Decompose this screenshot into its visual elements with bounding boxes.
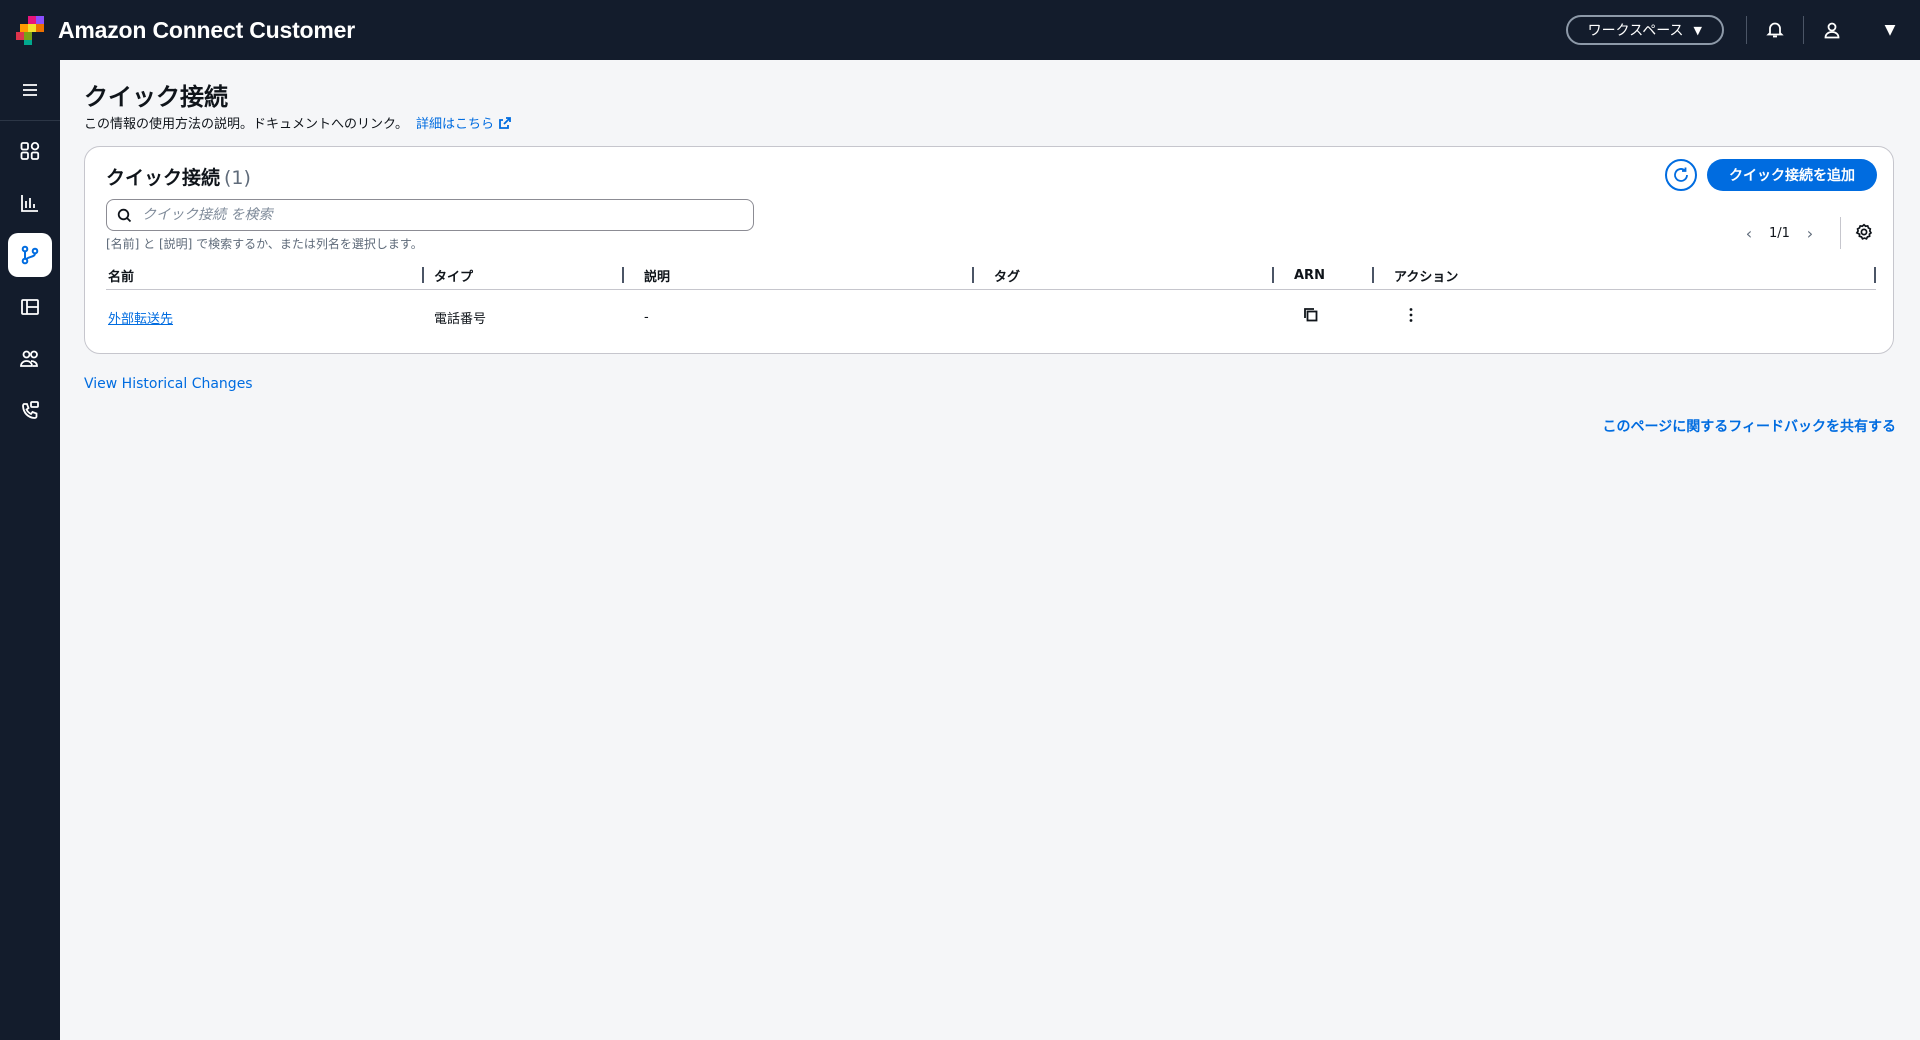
search-container [106,199,754,231]
table-settings-button[interactable] [1855,223,1875,243]
user-icon [1824,22,1840,39]
more-vertical-icon [1409,308,1413,322]
table-row: 外部転送先 電話番号 - [106,290,1876,344]
gear-icon [1855,223,1873,240]
column-header-label: 説明 [644,269,671,285]
sidebar-item-users[interactable] [8,337,52,381]
external-link-icon [499,116,511,129]
refresh-icon [1674,167,1688,182]
cell-name: 外部転送先 [106,308,424,327]
cell-type: 電話番号 [434,311,487,327]
sidebar-item-routing[interactable] [8,233,52,277]
column-header-tags[interactable]: タグ [974,261,1274,289]
users-group-icon [20,350,38,367]
column-header-label: アクション [1394,269,1459,285]
page-description: この情報の使用方法の説明。ドキュメントへのリンク。 詳細はこちら [84,113,1896,132]
sidebar [0,60,60,1040]
user-profile-button[interactable] [1804,0,1860,60]
chevron-left-icon[interactable]: ‹ [1737,224,1761,243]
column-header-label: タグ [994,269,1021,285]
refresh-button[interactable] [1665,159,1697,191]
hamburger-icon [23,84,37,96]
learn-more-label: 詳細はこちら [415,117,494,132]
cell-description: - [644,309,649,325]
search-hint: [名前] と [説明] で検索するか、または列名を選択します。 [106,237,423,251]
page-title: クイック接続 [84,83,228,111]
view-historical-changes-link[interactable]: View Historical Changes [84,376,253,392]
user-menu-caret-button[interactable]: ▼ [1860,0,1920,60]
caret-down-icon: ▼ [1884,22,1896,38]
cell-arn [1274,306,1374,328]
layout-panel-icon [21,299,39,315]
phone-channels-icon [22,401,39,419]
panel-count: (1) [224,167,251,189]
sidebar-menu-toggle[interactable] [0,60,60,121]
panel-title-text: クイック接続 [106,167,221,189]
row-actions-button[interactable] [1402,306,1420,324]
table-header: 名前 タイプ 説明 タグ ARN アクション [106,261,1876,290]
pagination: ‹ 1/1 › [1737,219,1822,247]
column-header-label: 名前 [108,269,135,285]
column-resizer[interactable] [1874,267,1876,283]
copy-icon [1304,308,1318,322]
column-header-description[interactable]: 説明 [624,261,974,289]
cell-actions [1374,306,1876,328]
search-input[interactable] [140,206,724,224]
divider [1840,217,1841,249]
quick-connects-table: 名前 タイプ 説明 タグ ARN アクション 外部転送先 電話番号 - [106,261,1876,344]
routing-flow-icon [21,245,39,265]
page-number: 1/1 [1769,225,1790,241]
sidebar-item-layout[interactable] [8,285,52,329]
quick-connect-name-link[interactable]: 外部転送先 [108,312,173,327]
column-header-arn[interactable]: ARN [1274,261,1374,289]
brand[interactable]: Amazon Connect Customer [14,14,355,46]
column-header-label: ARN [1294,267,1325,283]
column-header-actions[interactable]: アクション [1374,261,1876,289]
brand-title: Amazon Connect Customer [58,16,355,43]
analytics-chart-icon [21,195,38,212]
search-icon [117,208,132,222]
copy-arn-button[interactable] [1302,306,1320,324]
add-quick-connect-button[interactable]: クイック接続を追加 [1707,159,1877,191]
learn-more-link[interactable]: 詳細はこちら [416,113,512,132]
column-header-label: タイプ [434,269,474,285]
sidebar-item-dashboard[interactable] [8,129,52,173]
sidebar-item-channels[interactable] [8,389,52,433]
quick-connects-panel: クイック接続(1) クイック接続を追加 [名前] と [説明] で検索するか、ま… [84,146,1894,354]
chevron-right-icon[interactable]: › [1798,224,1822,243]
caret-down-icon: ▼ [1693,23,1702,37]
workspace-dropdown[interactable]: ワークスペース ▼ [1565,15,1724,45]
main-content: クイック接続 この情報の使用方法の説明。ドキュメントへのリンク。 詳細はこちら … [84,60,1896,354]
notifications-button[interactable] [1747,0,1803,60]
panel-title: クイック接続 (1) [106,163,251,190]
amazon-connect-logo-icon [16,16,44,45]
top-right-controls: ワークスペース ▼ ▼ [1565,0,1920,60]
dashboard-grid-icon [20,141,40,160]
page-description-text: この情報の使用方法の説明。ドキュメントへのリンク。 [84,117,408,132]
notification-bell-icon [1766,22,1784,38]
workspace-label: ワークスペース [1587,23,1684,39]
top-navigation-bar: Amazon Connect Customer ワークスペース ▼ ▼ [0,0,1920,60]
column-header-name[interactable]: 名前 [106,261,424,289]
column-header-type[interactable]: タイプ [424,261,624,289]
sidebar-item-analytics[interactable] [8,181,52,225]
feedback-link[interactable]: このページに関するフィードバックを共有する [1603,416,1896,436]
